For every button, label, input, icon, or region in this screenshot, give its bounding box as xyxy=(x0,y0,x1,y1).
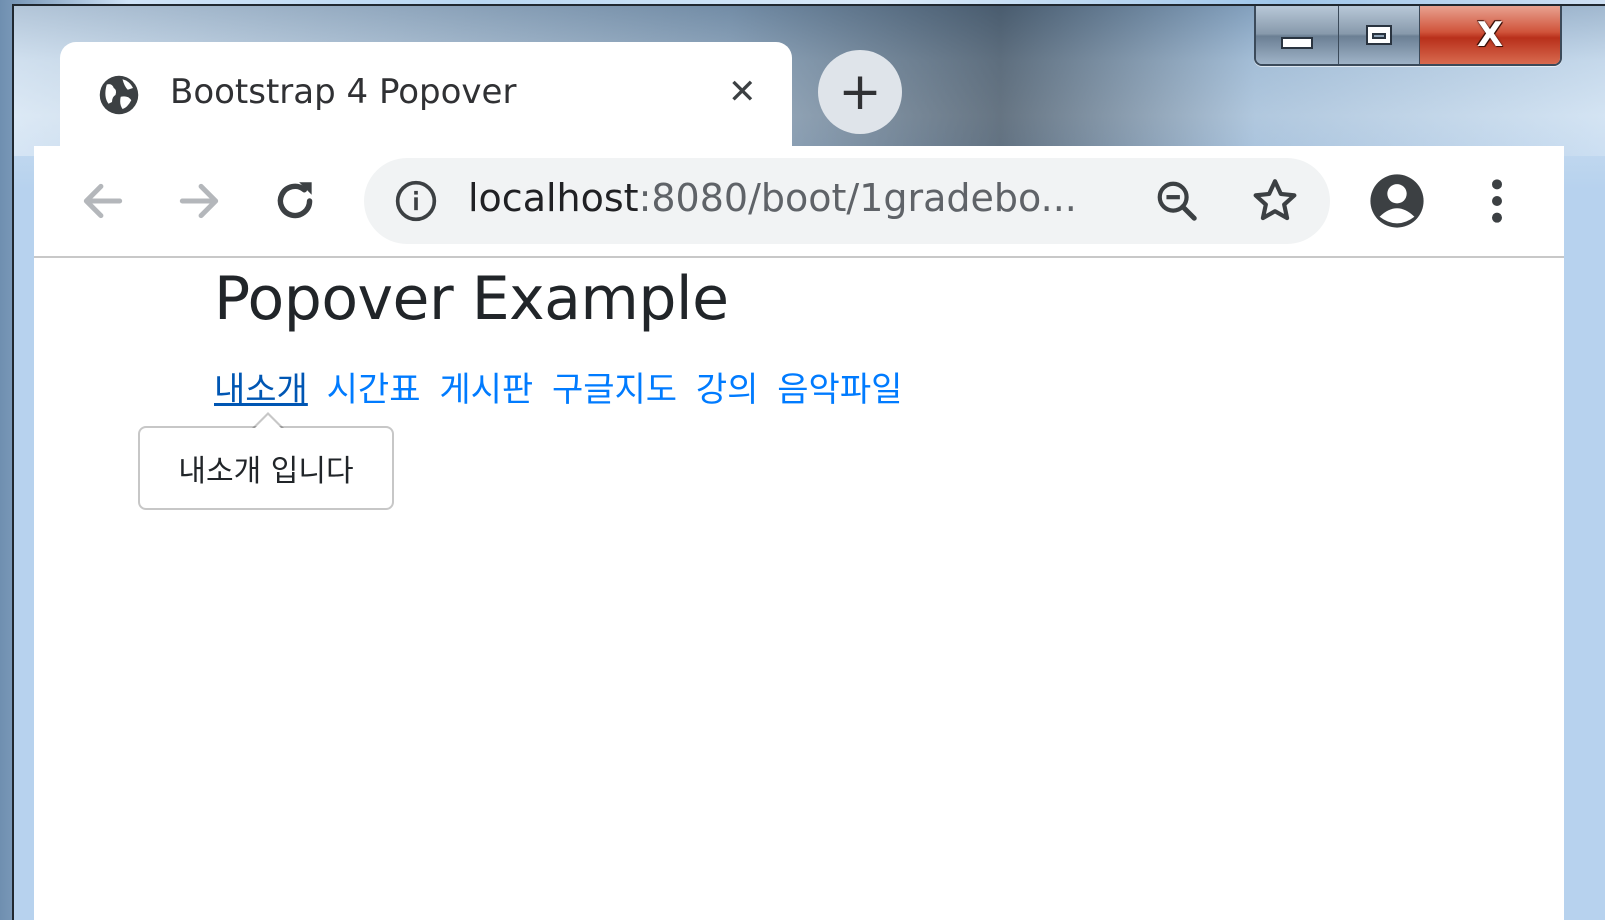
globe-icon xyxy=(99,75,139,115)
popover-arrow xyxy=(252,412,284,429)
arrow-left-icon[interactable] xyxy=(78,176,128,226)
url-path: :8080/boot/1gradebo... xyxy=(638,176,1077,220)
link-timetable[interactable]: 시간표 xyxy=(327,370,421,410)
maximize-icon xyxy=(1366,25,1392,45)
browser-toolbar: localhost:8080/boot/1gradebo... xyxy=(34,146,1564,258)
star-icon[interactable] xyxy=(1250,176,1300,226)
popover-body: 내소개 입니다 xyxy=(178,454,354,489)
address-bar[interactable]: localhost:8080/boot/1gradebo... xyxy=(364,158,1330,244)
nav-links: 내소개 시간표 게시판 구글지도 강의 음악파일 xyxy=(214,362,910,411)
account-icon[interactable] xyxy=(1368,172,1426,230)
link-lecture[interactable]: 강의 xyxy=(696,370,759,410)
close-icon: X xyxy=(1476,15,1504,55)
close-window-button[interactable]: X xyxy=(1420,6,1560,64)
new-tab-button[interactable]: + xyxy=(818,50,902,134)
link-board[interactable]: 게시판 xyxy=(439,370,533,410)
link-google-map[interactable]: 구글지도 xyxy=(552,370,677,410)
link-intro[interactable]: 내소개 xyxy=(214,370,308,410)
browser-tab[interactable]: Bootstrap 4 Popover ✕ xyxy=(60,42,792,154)
window-caption-buttons: X xyxy=(1254,6,1562,66)
plus-icon: + xyxy=(838,62,882,122)
url-host: localhost xyxy=(468,176,639,220)
page-title: Popover Example xyxy=(214,264,729,334)
info-icon[interactable] xyxy=(394,179,438,223)
zoom-out-icon[interactable] xyxy=(1154,178,1200,224)
minimize-button[interactable] xyxy=(1256,6,1339,64)
tab-title: Bootstrap 4 Popover xyxy=(170,72,517,112)
kebab-menu-icon[interactable] xyxy=(1482,176,1512,226)
page-content: Popover Example 내소개 시간표 게시판 구글지도 강의 음악파일… xyxy=(34,258,1564,920)
maximize-button[interactable] xyxy=(1339,6,1420,64)
arrow-right-icon[interactable] xyxy=(174,176,224,226)
reload-icon[interactable] xyxy=(270,176,320,226)
url-text[interactable]: localhost:8080/boot/1gradebo... xyxy=(468,176,1077,220)
link-music-file[interactable]: 음악파일 xyxy=(777,370,902,410)
tab-close-icon[interactable]: ✕ xyxy=(728,72,757,112)
minimize-icon xyxy=(1281,37,1313,49)
popover: 내소개 입니다 xyxy=(138,412,394,510)
